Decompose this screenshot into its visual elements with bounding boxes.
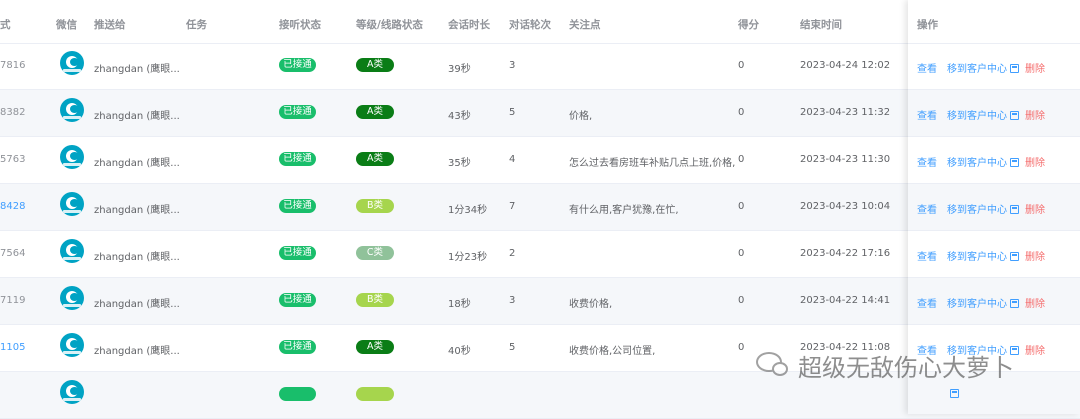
grade-badge <box>356 387 394 401</box>
grade-badge: A类 <box>356 58 394 72</box>
call-duration: 35秒 <box>448 158 471 169</box>
header-answer-status: 接听状态 <box>279 19 321 31</box>
grade-badge: A类 <box>356 340 394 354</box>
focus-points: 怎么过去看房班车补贴几点上班,价格, <box>569 158 736 169</box>
focus-points: 收费价格,公司位置, <box>569 346 656 357</box>
dialog-rounds: 5 <box>509 107 516 118</box>
call-duration: 1分23秒 <box>448 252 488 263</box>
score: 0 <box>738 107 745 118</box>
score: 0 <box>738 295 745 306</box>
grade-badge: B类 <box>356 293 394 307</box>
push-to: zhangdan (鹰眼... <box>94 111 180 122</box>
header-grade-status: 等级/线路状态 <box>356 19 423 31</box>
push-to: zhangdan (鹰眼... <box>94 205 180 216</box>
push-to: zhangdan (鹰眼... <box>94 299 180 310</box>
end-time: 2023-04-22 17:16 <box>800 248 891 259</box>
call-duration: 39秒 <box>448 64 471 75</box>
push-to: zhangdan (鹰眼... <box>94 252 180 263</box>
call-duration: 18秒 <box>448 299 471 310</box>
score: 0 <box>738 248 745 259</box>
answer-status-badge: 已接通 <box>279 152 316 166</box>
grade-badge: A类 <box>356 105 394 119</box>
wechat-avatar-icon <box>60 286 84 310</box>
header-duration: 会话时长 <box>448 19 490 31</box>
grade-badge: B类 <box>356 199 394 213</box>
phone-number: 7119 <box>0 295 26 306</box>
header-push-to: 推送给 <box>94 19 126 31</box>
answer-status-badge: 已接通 <box>279 199 316 213</box>
end-time: 2023-04-22 14:41 <box>800 295 891 306</box>
header-score: 得分 <box>738 19 759 31</box>
wechat-avatar-icon <box>60 333 84 357</box>
focus-points: 收费价格, <box>569 299 613 310</box>
header-end-time: 结束时间 <box>800 19 842 31</box>
answer-status-badge: 已接通 <box>279 105 316 119</box>
answer-status-badge <box>279 387 316 401</box>
push-to: zhangdan (鹰眼... <box>94 346 180 357</box>
wechat-avatar-icon <box>60 380 84 404</box>
watermark: 超级无敌伤心大萝卜 <box>756 344 1056 384</box>
header-rounds: 对话轮次 <box>509 19 551 31</box>
phone-number: 7816 <box>0 60 26 71</box>
dialog-rounds: 7 <box>509 201 516 212</box>
dialog-rounds: 2 <box>509 248 516 259</box>
end-time: 2023-04-23 11:32 <box>800 107 891 118</box>
end-time: 2023-04-23 10:04 <box>800 201 891 212</box>
score: 0 <box>738 60 745 71</box>
header-phone: 式 <box>0 19 11 31</box>
answer-status-badge: 已接通 <box>279 58 316 72</box>
score: 0 <box>738 201 745 212</box>
end-time: 2023-04-23 11:30 <box>800 154 891 165</box>
push-to: zhangdan (鹰眼... <box>94 158 180 169</box>
header-task: 任务 <box>186 19 207 31</box>
dialog-rounds: 3 <box>509 295 516 306</box>
phone-number: 8382 <box>0 107 26 118</box>
header-focus: 关注点 <box>569 19 601 31</box>
wechat-avatar-icon <box>60 192 84 216</box>
call-duration: 43秒 <box>448 111 471 122</box>
grade-badge: A类 <box>356 152 394 166</box>
wechat-avatar-icon <box>60 239 84 263</box>
focus-points: 有什么用,客户犹豫,在忙, <box>569 205 679 216</box>
header-wechat: 微信 <box>56 19 77 31</box>
dialog-rounds: 3 <box>509 60 516 71</box>
wechat-avatar-icon <box>60 51 84 75</box>
phone-number: 5763 <box>0 154 26 165</box>
answer-status-badge: 已接通 <box>279 246 316 260</box>
dialog-rounds: 4 <box>509 154 516 165</box>
push-to: zhangdan (鹰眼... <box>94 64 180 75</box>
call-duration: 1分34秒 <box>448 205 488 216</box>
dialog-rounds: 5 <box>509 342 516 353</box>
end-time: 2023-04-24 12:02 <box>800 60 891 71</box>
grade-badge: C类 <box>356 246 394 260</box>
wechat-avatar-icon <box>60 98 84 122</box>
phone-number[interactable]: 8428 <box>0 201 25 212</box>
watermark-text: 超级无敌伤心大萝卜 <box>798 354 1014 382</box>
wechat-avatar-icon <box>60 145 84 169</box>
answer-status-badge: 已接通 <box>279 293 316 307</box>
call-duration: 40秒 <box>448 346 471 357</box>
score: 0 <box>738 342 745 353</box>
phone-number: 7564 <box>0 248 26 259</box>
focus-points: 价格, <box>569 111 593 122</box>
score: 0 <box>738 154 745 165</box>
wechat-icon <box>756 352 788 376</box>
answer-status-badge: 已接通 <box>279 340 316 354</box>
phone-number[interactable]: 1105 <box>0 342 25 353</box>
